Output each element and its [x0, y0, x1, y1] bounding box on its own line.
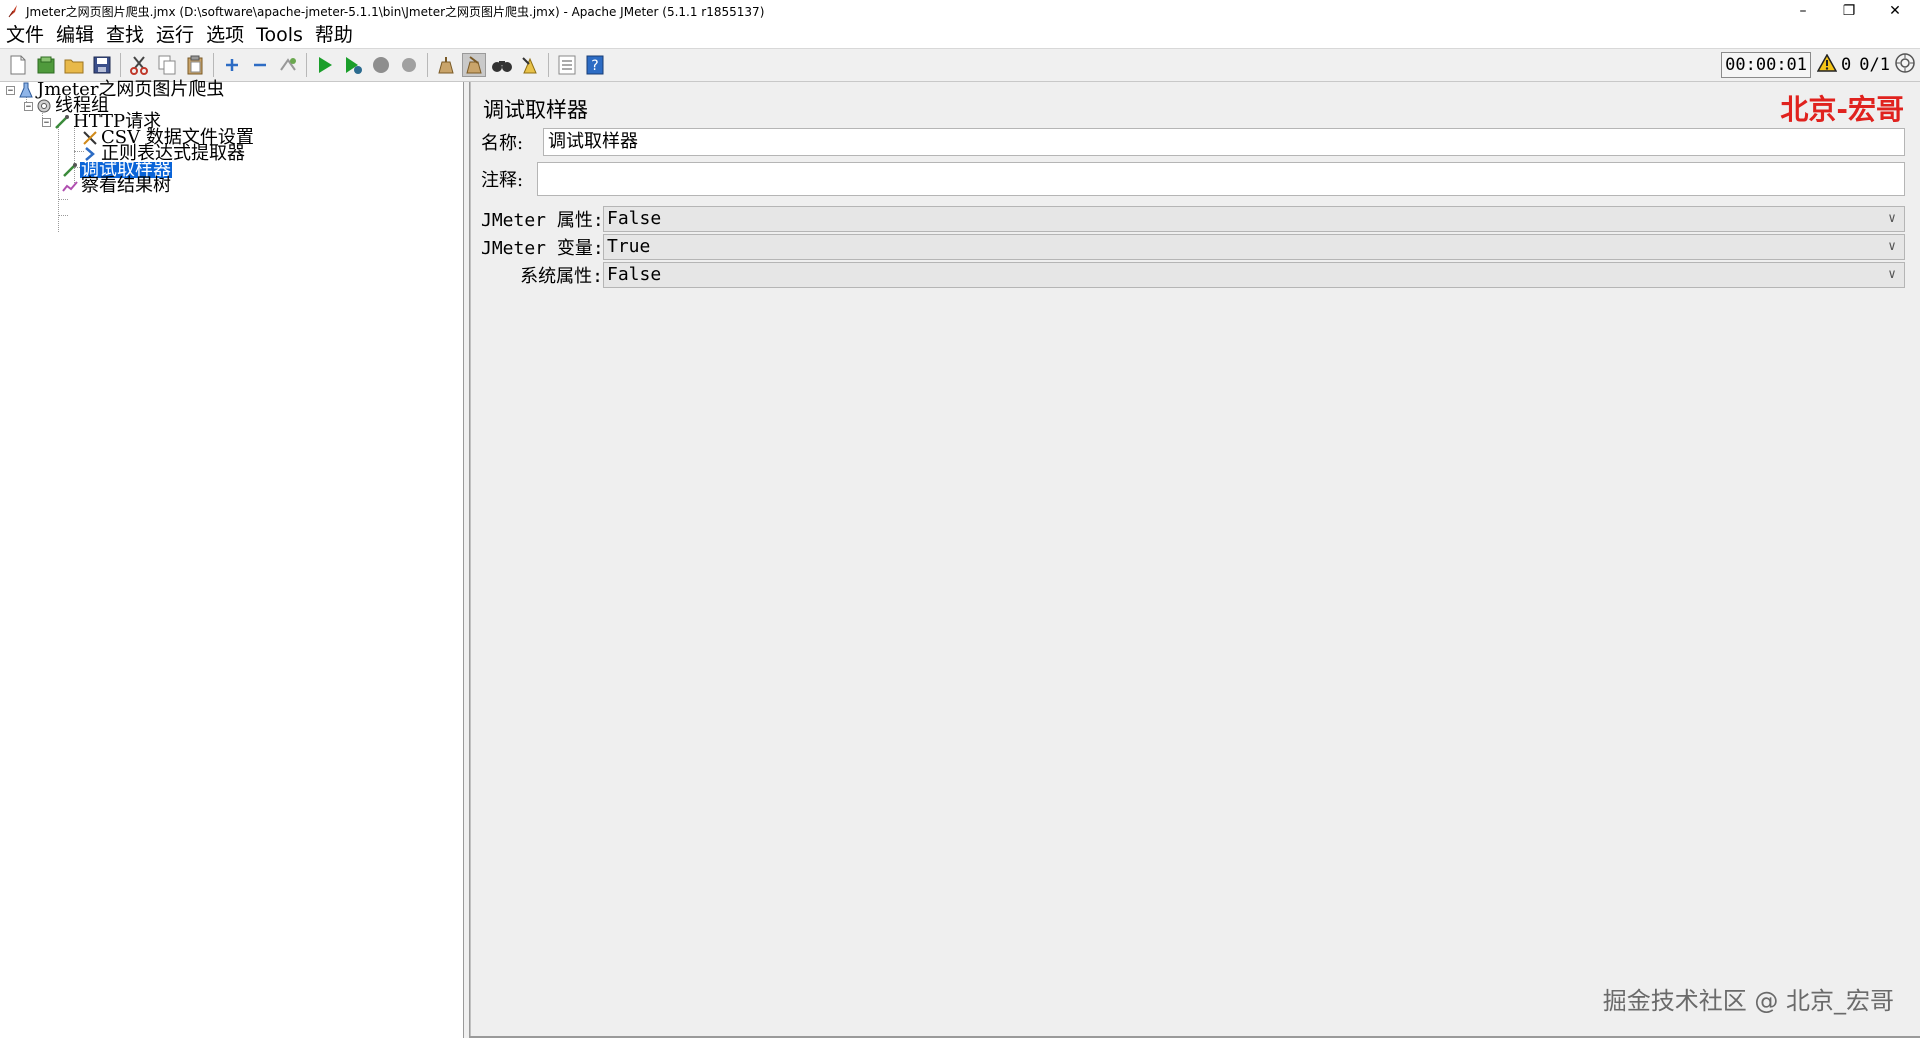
menu-file[interactable]: 文件 — [4, 23, 46, 47]
system-properties-row: 系统属性: False ∨ — [481, 262, 1905, 288]
minimize-button[interactable]: – — [1780, 0, 1826, 22]
menu-edit[interactable]: 编辑 — [54, 23, 96, 47]
window-title: Jmeter之网页图片爬虫.jmx (D:\software\apache-jm… — [26, 4, 765, 19]
jmeter-properties-row: JMeter 属性: False ∨ — [481, 206, 1905, 232]
element-config-panel: 调试取样器 北京-宏哥 名称: 调试取样器 注释: JMeter 属性: Fal… — [470, 82, 1920, 1038]
restore-button[interactable]: ❐ — [1826, 0, 1872, 22]
name-input[interactable]: 调试取样器 — [543, 128, 1905, 156]
watermark-bottom: 掘金技术社区 @ 北京_宏哥 — [1602, 987, 1894, 1015]
listener-graph-icon — [62, 178, 78, 194]
comment-row: 注释: — [481, 162, 1905, 196]
close-button[interactable]: ✕ — [1872, 0, 1918, 22]
expand-all-icon[interactable] — [220, 53, 244, 77]
sampler-pipette-icon — [62, 162, 78, 178]
reset-search-icon[interactable] — [518, 53, 542, 77]
name-label: 名称: — [481, 133, 524, 154]
collapse-toggle[interactable]: − — [6, 85, 15, 95]
watermark-top: 北京-宏哥 — [1780, 93, 1904, 126]
collapse-toggle[interactable]: − — [42, 117, 51, 127]
jmeter-properties-select[interactable]: False ∨ — [603, 206, 1905, 232]
toggle-icon[interactable] — [276, 53, 300, 77]
status-area: 00:00:01 0 0/1 — [1721, 49, 1920, 81]
chevron-down-icon: ∨ — [1888, 211, 1896, 226]
help-icon[interactable]: ? — [583, 53, 607, 77]
start-icon[interactable] — [313, 53, 337, 77]
test-plan-tree: − Jmeter之网页图片爬虫 − 线程组 − HTTP请求 CSV 数据文件设… — [0, 81, 464, 1038]
tree-node-view-results-tree[interactable]: 察看结果树 — [62, 175, 172, 196]
system-properties-label: 系统属性: — [520, 266, 603, 287]
open-folder-icon[interactable] — [62, 53, 86, 77]
comment-label: 注释: — [481, 170, 524, 191]
clear-icon[interactable] — [434, 53, 458, 77]
toolbar-separator — [306, 53, 307, 77]
test-plan-icon — [18, 82, 34, 98]
chevron-down-icon: ∨ — [1888, 239, 1896, 254]
jmeter-variables-label: JMeter 变量: — [481, 238, 604, 259]
tree-connector — [58, 199, 68, 200]
menu-options[interactable]: 选项 — [204, 23, 246, 47]
name-row: 名称: 调试取样器 — [481, 128, 1905, 156]
jmeter-variables-select[interactable]: True ∨ — [603, 234, 1905, 260]
jmeter-properties-label: JMeter 属性: — [481, 210, 604, 231]
search-binoculars-icon[interactable] — [490, 53, 514, 77]
copy-icon[interactable] — [155, 53, 179, 77]
jmeter-variables-value: True — [607, 236, 651, 257]
function-helper-icon[interactable] — [555, 53, 579, 77]
chevron-down-icon: ∨ — [1888, 267, 1896, 282]
toolbar-separator — [213, 53, 214, 77]
save-icon[interactable] — [90, 53, 114, 77]
title-bar: Jmeter之网页图片爬虫.jmx (D:\software\apache-jm… — [0, 0, 1920, 22]
thread-group-gear-icon — [36, 98, 52, 114]
system-properties-value: False — [607, 264, 662, 285]
tree-node-test-plan[interactable]: − Jmeter之网页图片爬虫 — [6, 81, 225, 99]
elapsed-timer: 00:00:01 — [1721, 52, 1812, 78]
active-threads: 0/1 — [1859, 55, 1890, 75]
jmeter-properties-value: False — [607, 208, 662, 229]
collapse-all-icon[interactable] — [248, 53, 272, 77]
jmeter-feather-icon — [6, 4, 20, 18]
menu-bar: 文件 编辑 查找 运行 选项 Tools 帮助 — [0, 22, 1920, 48]
tree-connector — [58, 126, 59, 232]
cut-icon[interactable] — [127, 53, 151, 77]
menu-run[interactable]: 运行 — [154, 23, 196, 47]
comment-input[interactable] — [537, 162, 1905, 196]
warning-icon[interactable] — [1816, 53, 1838, 76]
menu-help[interactable]: 帮助 — [313, 23, 355, 47]
toolbar-separator — [427, 53, 428, 77]
clear-all-icon[interactable] — [462, 53, 486, 77]
menu-search[interactable]: 查找 — [104, 23, 146, 47]
svg-text:?: ? — [591, 58, 598, 74]
stop-icon[interactable] — [369, 53, 393, 77]
panel-title: 调试取样器 — [483, 98, 588, 122]
warning-count: 0 — [1841, 55, 1852, 75]
remote-status-icon[interactable] — [1894, 52, 1916, 78]
collapse-toggle[interactable]: − — [24, 101, 33, 111]
sampler-pipette-icon — [54, 114, 70, 130]
config-scissors-icon — [82, 130, 98, 146]
jmeter-variables-row: JMeter 变量: True ∨ — [481, 234, 1905, 260]
paste-icon[interactable] — [183, 53, 207, 77]
tree-connector — [58, 215, 68, 216]
start-no-pauses-icon[interactable] — [341, 53, 365, 77]
toolbar-separator — [548, 53, 549, 77]
toolbar: ? 00:00:01 0 0/1 — [0, 48, 1920, 82]
templates-icon[interactable] — [34, 53, 58, 77]
menu-tools[interactable]: Tools — [254, 23, 305, 47]
shutdown-icon[interactable] — [397, 53, 421, 77]
toolbar-separator — [120, 53, 121, 77]
new-file-icon[interactable] — [6, 53, 30, 77]
system-properties-select[interactable]: False ∨ — [603, 262, 1905, 288]
tree-node-label: 察看结果树 — [81, 175, 171, 196]
